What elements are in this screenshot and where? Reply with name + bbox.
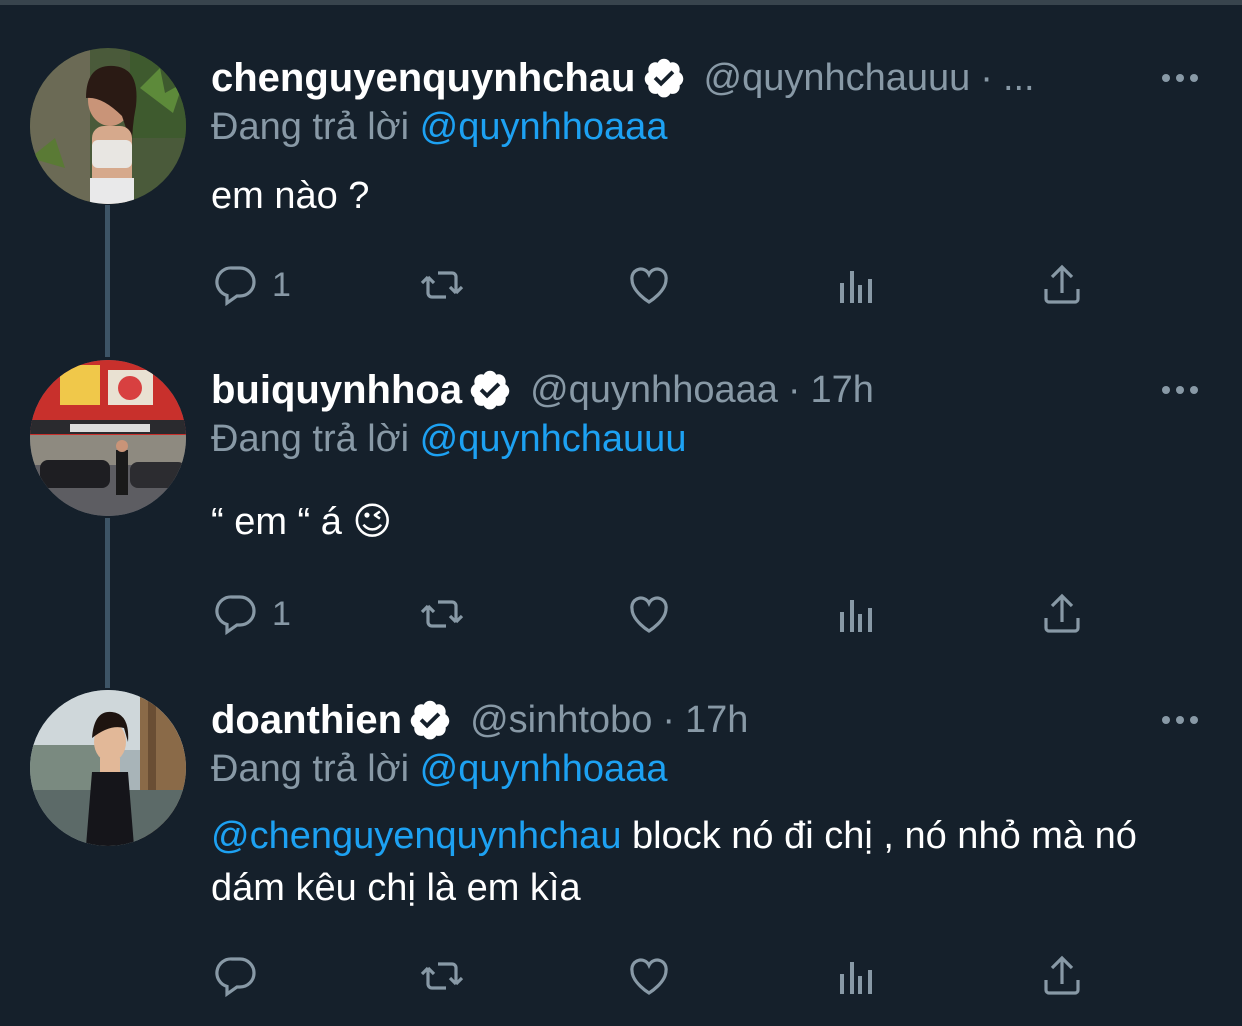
share-button[interactable] bbox=[1038, 948, 1086, 1004]
replying-prefix: Đang trả lời bbox=[211, 418, 410, 460]
reply-icon bbox=[215, 595, 256, 636]
reply-button[interactable]: 1 bbox=[212, 586, 291, 642]
handle[interactable]: @sinhtobo bbox=[470, 699, 652, 742]
analytics-icon bbox=[840, 600, 872, 632]
reply-icon bbox=[215, 266, 256, 307]
like-button[interactable] bbox=[625, 948, 673, 1004]
more-icon[interactable] bbox=[1158, 368, 1202, 412]
analytics-button[interactable] bbox=[832, 586, 880, 642]
tweet-header: buiquynhhoa @quynhhoaaa · 17h bbox=[211, 362, 874, 418]
like-button[interactable] bbox=[625, 586, 673, 642]
tweet-2[interactable]: buiquynhhoa @quynhhoaaa · 17h Đang trả l… bbox=[0, 360, 1242, 652]
analytics-button[interactable] bbox=[832, 948, 880, 1004]
heart-icon bbox=[630, 267, 668, 304]
retweet-button[interactable] bbox=[418, 948, 466, 1004]
share-icon bbox=[1044, 264, 1080, 304]
verified-badge-icon bbox=[408, 698, 452, 742]
avatar[interactable] bbox=[30, 360, 186, 516]
replying-mention[interactable]: @quynhhoaaa bbox=[420, 106, 668, 148]
tweet-text: @chenguyenquynhchau block nó đi chị , nó… bbox=[211, 810, 1171, 914]
avatar[interactable] bbox=[30, 48, 186, 204]
replying-to: Đang trả lời @quynhhoaaa bbox=[211, 106, 667, 149]
retweet-button[interactable] bbox=[418, 586, 466, 642]
display-name[interactable]: doanthien bbox=[211, 698, 402, 743]
retweet-icon bbox=[420, 271, 464, 299]
tweet-actions bbox=[212, 948, 1092, 1004]
heart-icon bbox=[630, 596, 668, 633]
timestamp[interactable]: 17h bbox=[811, 369, 874, 412]
share-icon bbox=[1044, 955, 1080, 995]
handle[interactable]: @quynhhoaaa bbox=[530, 369, 778, 412]
separator-dot: · bbox=[662, 698, 675, 741]
display-name[interactable]: chenguyenquynhchau bbox=[211, 56, 636, 101]
retweet-button[interactable] bbox=[418, 257, 466, 313]
analytics-icon bbox=[840, 271, 872, 303]
reply-button[interactable]: 1 bbox=[212, 257, 291, 313]
tweet-text: em nào ? bbox=[211, 175, 370, 217]
separator-dot: · bbox=[980, 56, 993, 99]
share-button[interactable] bbox=[1038, 257, 1086, 313]
reply-count: 1 bbox=[272, 594, 291, 633]
tweet-actions: 1 bbox=[212, 586, 1092, 642]
replying-to: Đang trả lời @quynhhoaaa bbox=[211, 748, 667, 791]
reply-count: 1 bbox=[272, 265, 291, 304]
retweet-icon bbox=[420, 600, 464, 628]
avatar[interactable] bbox=[30, 690, 186, 846]
replying-mention[interactable]: @quynhchauuu bbox=[420, 418, 687, 460]
timestamp[interactable]: 17h bbox=[685, 699, 748, 742]
reply-icon bbox=[215, 957, 256, 998]
share-icon bbox=[1044, 593, 1080, 633]
reply-button[interactable] bbox=[212, 948, 272, 1004]
handle[interactable]: @quynhchauuu bbox=[704, 57, 971, 100]
tweet-3[interactable]: doanthien @sinhtobo · 17h Đang trả lời @… bbox=[0, 690, 1242, 1012]
like-button[interactable] bbox=[625, 257, 673, 313]
replying-to: Đang trả lời @quynhchauuu bbox=[211, 418, 686, 461]
verified-badge-icon bbox=[468, 368, 512, 412]
separator-dot: · bbox=[787, 368, 801, 411]
more-icon[interactable] bbox=[1158, 698, 1202, 742]
replying-mention[interactable]: @quynhhoaaa bbox=[420, 748, 668, 790]
retweet-icon bbox=[420, 962, 464, 990]
verified-badge-icon bbox=[642, 56, 686, 100]
share-button[interactable] bbox=[1038, 586, 1086, 642]
tweet-header: chenguyenquynhchau @quynhchauuu · ... bbox=[211, 50, 1035, 106]
tweet-actions: 1 bbox=[212, 257, 1092, 313]
timestamp[interactable]: ... bbox=[1003, 57, 1035, 100]
display-name[interactable]: buiquynhhoa bbox=[211, 368, 462, 413]
tweet-text: “ em “ á 😉 bbox=[211, 501, 393, 543]
more-icon[interactable] bbox=[1158, 56, 1202, 100]
replying-prefix: Đang trả lời bbox=[211, 748, 410, 790]
top-divider bbox=[0, 0, 1242, 5]
tweet-header: doanthien @sinhtobo · 17h bbox=[211, 692, 748, 748]
analytics-button[interactable] bbox=[832, 257, 880, 313]
text-mention[interactable]: @chenguyenquynhchau bbox=[211, 815, 621, 857]
heart-icon bbox=[630, 958, 668, 995]
replying-prefix: Đang trả lời bbox=[211, 106, 410, 148]
tweet-1[interactable]: chenguyenquynhchau @quynhchauuu · ... Đa… bbox=[0, 48, 1242, 320]
analytics-icon bbox=[840, 962, 872, 994]
